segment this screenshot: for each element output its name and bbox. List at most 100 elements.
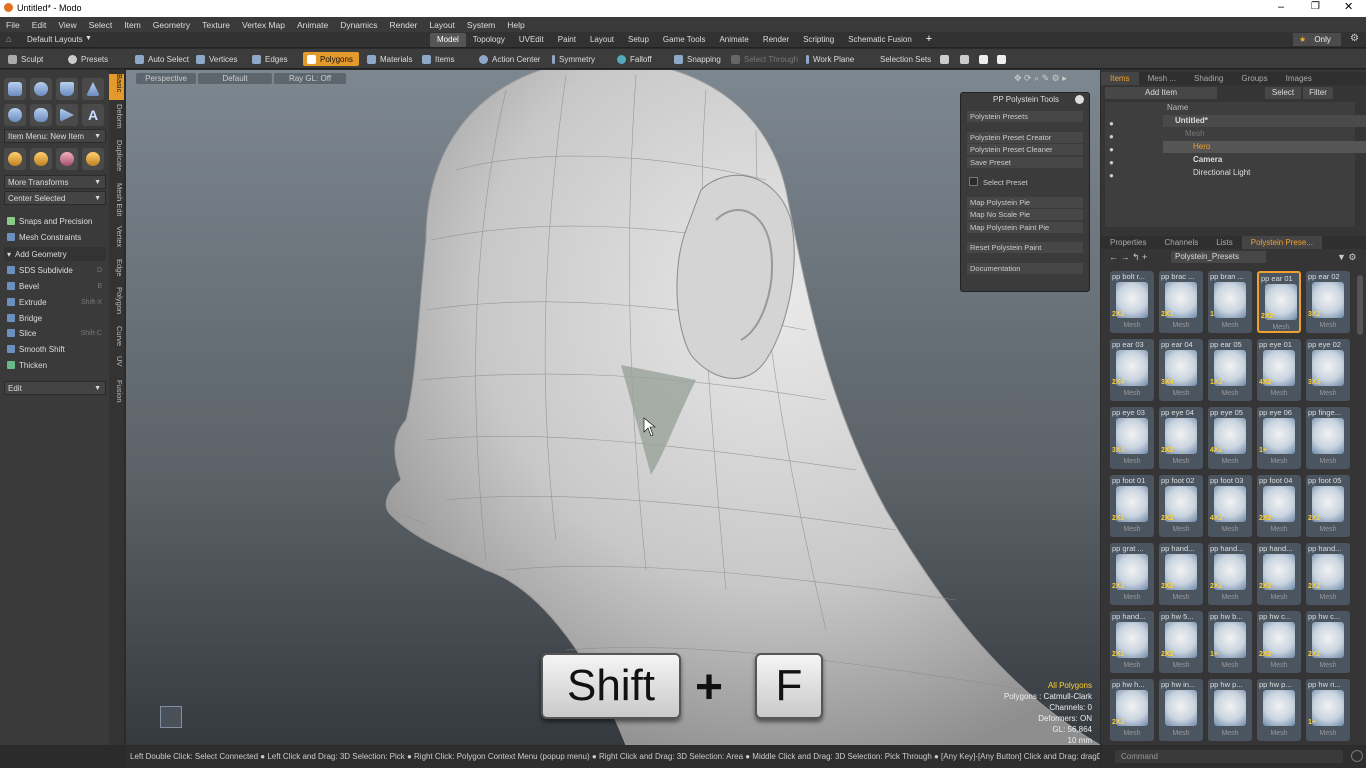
preset-tile[interactable]: pp hand... 2X2 Mesh xyxy=(1257,543,1301,605)
preset-tile[interactable]: pp hand... 2X2 Mesh xyxy=(1110,611,1154,673)
reset-polystein-paint-button[interactable]: Reset Polystein Paint xyxy=(967,242,1083,253)
preset-tile[interactable]: pp ear 03 2X4 Mesh xyxy=(1110,339,1154,401)
list-item[interactable]: Mesh xyxy=(1163,128,1366,140)
tab-mesh[interactable]: Mesh ... xyxy=(1139,74,1185,83)
tab-schematic-fusion[interactable]: Schematic Fusion xyxy=(841,33,919,47)
tab-scripting[interactable]: Scripting xyxy=(796,33,841,47)
save-preset-button[interactable]: Save Preset xyxy=(967,157,1083,168)
menu-system[interactable]: System xyxy=(461,20,501,30)
list-item[interactable]: Directional Light xyxy=(1163,167,1366,179)
tab-animate[interactable]: Animate xyxy=(712,33,755,47)
preset-tile[interactable]: pp ear 01 2X2 Mesh xyxy=(1257,271,1301,333)
tab-paint[interactable]: Paint xyxy=(551,33,583,47)
tab-render[interactable]: Render xyxy=(756,33,796,47)
thicken-button[interactable]: Thicken xyxy=(4,358,106,372)
wrench-icon[interactable] xyxy=(993,52,1010,66)
sculpt-button[interactable]: Sculpt xyxy=(4,52,43,66)
items-button[interactable]: Items xyxy=(418,52,455,66)
vtab-edge[interactable]: Edge xyxy=(109,259,124,277)
menu-layout[interactable]: Layout xyxy=(423,20,461,30)
menu-edit[interactable]: Edit xyxy=(26,20,53,30)
3d-viewport[interactable]: Perspective Default Ray GL: Off ✥ ⟳ ⌕ ✎ … xyxy=(126,70,1100,745)
vtab-duplicate[interactable]: Duplicate xyxy=(109,140,124,171)
nav-arrows-icon[interactable]: ← → ↰ + xyxy=(1109,252,1147,263)
preset-tile[interactable]: pp hw p... Mesh xyxy=(1257,679,1301,741)
transform-icon[interactable] xyxy=(956,52,973,66)
grid-icon[interactable] xyxy=(936,52,953,66)
more-transforms-dropdown[interactable]: More Transforms ▼ xyxy=(4,175,106,189)
add-geometry-header[interactable]: ▾ Add Geometry xyxy=(4,247,106,261)
action-center-button[interactable]: Action Center xyxy=(475,52,540,66)
preset-tile[interactable]: pp grat ... 2X2 Mesh xyxy=(1110,543,1154,605)
modo-m-icon[interactable] xyxy=(975,52,992,66)
vtab-basic[interactable]: Basic xyxy=(109,74,124,100)
layout-dropdown[interactable]: Default Layouts xyxy=(27,35,83,44)
cylinder-icon[interactable] xyxy=(56,78,78,100)
preset-tile[interactable]: pp hand... 2X2 Mesh xyxy=(1208,543,1252,605)
select-preset-checkbox[interactable] xyxy=(969,177,978,186)
preset-tile[interactable]: pp foot 02 2X2 Mesh xyxy=(1159,475,1203,537)
preset-tile[interactable]: pp hand... 2X2 Mesh xyxy=(1159,543,1203,605)
vtab-curve[interactable]: Curve xyxy=(109,326,124,346)
bridge-button[interactable]: Bridge xyxy=(4,311,106,325)
materials-button[interactable]: Materials xyxy=(363,52,412,66)
vtab-polygon[interactable]: Polygon xyxy=(109,287,124,314)
preset-creator-button[interactable]: Polystein Preset Creator xyxy=(967,132,1083,143)
preset-tile[interactable]: pp ear 04 3X4 Mesh xyxy=(1159,339,1203,401)
minimize-icon[interactable]: – xyxy=(1278,1,1284,13)
menu-animate[interactable]: Animate xyxy=(291,20,334,30)
tab-groups[interactable]: Groups xyxy=(1232,74,1276,83)
tab-setup[interactable]: Setup xyxy=(621,33,656,47)
sds-subdivide-button[interactable]: SDS Subdivide D xyxy=(4,263,106,277)
visibility-eye-icon[interactable]: ● ● ● ● ● xyxy=(1109,117,1114,182)
presets-button[interactable]: Presets xyxy=(64,52,108,66)
preset-tile[interactable]: pp eye 02 3X3 Mesh xyxy=(1306,339,1350,401)
select-button[interactable]: Select xyxy=(1265,87,1301,99)
vtab-deform[interactable]: Deform xyxy=(109,104,124,129)
torus-icon[interactable] xyxy=(4,104,26,126)
list-item[interactable]: Camera xyxy=(1163,154,1366,166)
preset-tile[interactable]: pp hw p... Mesh xyxy=(1208,679,1252,741)
preset-tile[interactable]: pp hw 5... 2X2 Mesh xyxy=(1159,611,1203,673)
map-no-scale-pie-button[interactable]: Map No Scale Pie xyxy=(967,209,1083,220)
capsule-icon[interactable] xyxy=(30,104,52,126)
vtab-vertex[interactable]: Vertex xyxy=(109,226,124,247)
list-item[interactable]: Hero xyxy=(1163,141,1366,153)
preset-tile[interactable]: pp eye 04 2X2 Mesh xyxy=(1159,407,1203,469)
extrude-button[interactable]: Extrude Shift-X xyxy=(4,295,106,309)
preset-tile[interactable]: pp hand... 2X2 Mesh xyxy=(1306,543,1350,605)
bevel-button[interactable]: Bevel B xyxy=(4,279,106,293)
preset-tile[interactable]: pp foot 03 4X2 Mesh xyxy=(1208,475,1252,537)
text-icon[interactable]: A xyxy=(82,104,104,126)
preset-cleaner-button[interactable]: Polystein Preset Cleaner xyxy=(967,144,1083,155)
panel-close-icon[interactable] xyxy=(1075,95,1084,104)
preset-tile[interactable]: pp hw h... 2X2 Mesh xyxy=(1110,679,1154,741)
auto-select-button[interactable]: Auto Select xyxy=(131,52,189,66)
tab-channels[interactable]: Channels xyxy=(1155,238,1207,247)
menu-select[interactable]: Select xyxy=(83,20,119,30)
edit-dropdown[interactable]: Edit ▼ xyxy=(4,381,106,395)
preset-tile[interactable]: pp foot 01 2X2 Mesh xyxy=(1110,475,1154,537)
menu-geometry[interactable]: Geometry xyxy=(147,20,196,30)
center-selected-dropdown[interactable]: Center Selected ▼ xyxy=(4,191,106,205)
snapping-button[interactable]: Snapping xyxy=(670,52,721,66)
preset-tile[interactable]: pp foot 05 2X2 Mesh xyxy=(1306,475,1350,537)
edges-button[interactable]: Edges xyxy=(248,52,288,66)
move-icon[interactable] xyxy=(4,148,26,170)
list-item[interactable]: Untitled* xyxy=(1163,115,1366,127)
menu-render[interactable]: Render xyxy=(384,20,424,30)
only-toggle[interactable]: ★ Only xyxy=(1293,33,1341,46)
selection-sets-button[interactable]: Selection Sets xyxy=(876,52,931,66)
sphere-icon[interactable] xyxy=(30,78,52,100)
scrollbar[interactable] xyxy=(1357,275,1363,335)
snaps-precision-button[interactable]: Snaps and Precision xyxy=(4,214,106,228)
select-through-button[interactable]: Select Through xyxy=(727,52,798,66)
falloff-button[interactable]: Falloff xyxy=(613,52,652,66)
menu-help[interactable]: Help xyxy=(501,20,530,30)
filter-button[interactable]: Filter xyxy=(1303,87,1333,99)
polygons-button[interactable]: Polygons xyxy=(303,52,359,66)
tab-polystein-presets[interactable]: Polystein Prese... xyxy=(1241,236,1322,249)
tab-properties[interactable]: Properties xyxy=(1101,238,1155,247)
cone-icon[interactable] xyxy=(82,78,104,100)
vertices-button[interactable]: Vertices xyxy=(192,52,237,66)
